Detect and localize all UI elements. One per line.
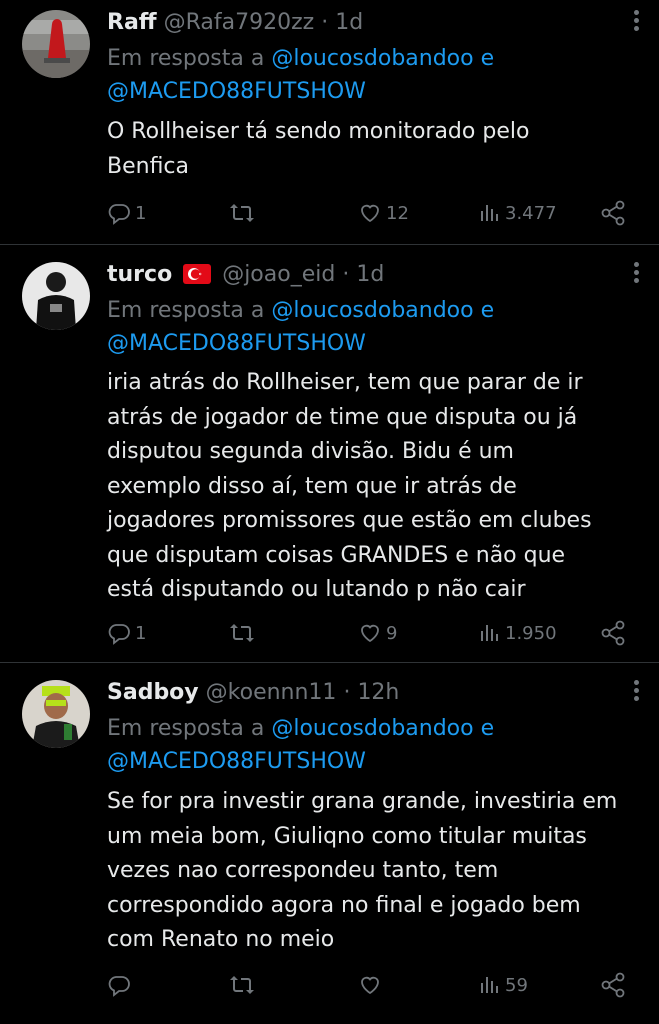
share-icon (600, 972, 626, 998)
text-line: exemplo disso aí, tem que ir atrás de (107, 473, 517, 499)
reply-button[interactable] (107, 970, 135, 1000)
avatar[interactable] (22, 10, 90, 78)
views-icon (479, 201, 501, 225)
mention-link[interactable]: @MACEDO88FUTSHOW (107, 331, 366, 356)
heart-icon (358, 973, 382, 997)
views-icon (479, 621, 501, 645)
views-count: 3.477 (505, 202, 557, 224)
reply-icon (107, 621, 131, 645)
reply-prefix: Em resposta a (107, 298, 265, 323)
timestamp[interactable]: 1d (335, 10, 363, 35)
tweet-text: Se for pra investir grana grande, invest… (107, 785, 632, 958)
tweet-header: turco @joao_eid · 1d (107, 260, 384, 290)
reply-context: Em resposta a @loucosdobandoo e @MACEDO8… (107, 712, 627, 778)
share-button[interactable] (600, 970, 626, 1000)
more-options-icon[interactable] (633, 678, 639, 708)
views-button[interactable]: 3.477 (479, 198, 557, 228)
timestamp[interactable]: 12h (357, 680, 399, 705)
action-bar: 1 9 1.950 (107, 618, 637, 648)
heart-icon (358, 201, 382, 225)
like-button[interactable]: 9 (358, 618, 397, 648)
tweet-header: Raff @Rafa7920zz · 1d (107, 8, 363, 38)
tweet[interactable]: Raff @Rafa7920zz · 1d Em resposta a @lou… (0, 0, 659, 244)
retweet-button[interactable] (229, 198, 259, 228)
avatar[interactable] (22, 680, 90, 748)
like-button[interactable]: 12 (358, 198, 409, 228)
turkey-flag-icon (183, 264, 212, 284)
separator-dot: · (342, 262, 350, 287)
reply-conjunction: e (480, 46, 495, 71)
display-name[interactable]: Raff (107, 10, 157, 35)
retweet-button[interactable] (229, 970, 259, 1000)
tweet-header: Sadboy @koennn11 · 12h (107, 678, 399, 708)
display-name[interactable]: turco (107, 262, 172, 287)
text-line: correspondido agora no final e jogado be… (107, 892, 581, 918)
tweet[interactable]: Sadboy @koennn11 · 12h Em resposta a @lo… (0, 670, 659, 1024)
divider (0, 244, 659, 245)
tweet-text: O Rollheiser tá sendo monitorado pelo Be… (107, 115, 632, 184)
tweet[interactable]: turco @joao_eid · 1d Em resposta a @louc… (0, 252, 659, 662)
action-bar: 1 12 3.477 (107, 198, 637, 228)
retweet-icon (229, 201, 255, 225)
handle[interactable]: @koennn11 (206, 680, 337, 705)
share-button[interactable] (600, 198, 626, 228)
reply-context: Em resposta a @loucosdobandoo e @MACEDO8… (107, 294, 627, 360)
like-count: 9 (386, 622, 398, 644)
retweet-icon (229, 973, 255, 997)
text-line: atrás de jogador de time que disputa ou … (107, 404, 578, 430)
reply-button[interactable]: 1 (107, 618, 146, 648)
reply-prefix: Em resposta a (107, 716, 265, 741)
text-line: com Renato no meio (107, 927, 335, 952)
handle[interactable]: @joao_eid (222, 262, 335, 287)
like-button[interactable] (358, 970, 386, 1000)
reply-count: 1 (135, 622, 147, 644)
avatar[interactable] (22, 262, 90, 330)
text-line: jogadores promissores que estão em clube… (107, 508, 592, 533)
mention-link[interactable]: @MACEDO88FUTSHOW (107, 79, 366, 104)
reply-conjunction: e (480, 298, 495, 323)
mention-link[interactable]: @MACEDO88FUTSHOW (107, 749, 366, 774)
reply-button[interactable]: 1 (107, 198, 146, 228)
reply-count: 1 (135, 202, 147, 224)
text-line: um meia bom, Giuliqno como titular muita… (107, 823, 587, 849)
views-icon (479, 973, 501, 997)
views-button[interactable]: 1.950 (479, 618, 557, 648)
views-count: 59 (505, 974, 528, 996)
separator-dot: · (343, 680, 351, 705)
reply-context: Em resposta a @loucosdobandoo e @MACEDO8… (107, 42, 627, 108)
mention-link[interactable]: @loucosdobandoo (271, 46, 473, 71)
text-line: iria atrás do Rollheiser, tem que parar … (107, 370, 583, 395)
more-options-icon[interactable] (633, 260, 639, 290)
reply-icon (107, 201, 131, 225)
reply-icon (107, 973, 131, 997)
handle[interactable]: @Rafa7920zz (164, 10, 315, 35)
display-name[interactable]: Sadboy (107, 680, 199, 705)
timestamp[interactable]: 1d (356, 262, 384, 287)
separator-dot: · (321, 10, 329, 35)
divider (0, 662, 659, 663)
text-line: vezes nao correspondeu tanto, tem (107, 858, 499, 883)
share-icon (600, 620, 626, 646)
text-line: que disputam coisas GRANDES e não que (107, 542, 566, 568)
text-line: Se for pra investir grana grande, invest… (107, 789, 618, 814)
retweet-button[interactable] (229, 618, 259, 648)
share-icon (600, 200, 626, 226)
action-bar: 59 (107, 970, 637, 1000)
tweet-text: iria atrás do Rollheiser, tem que parar … (107, 366, 632, 608)
views-count: 1.950 (505, 622, 557, 644)
text-line: disputou segunda divisão. Bidu é um (107, 439, 514, 464)
like-count: 12 (386, 202, 409, 224)
views-button[interactable]: 59 (479, 970, 528, 1000)
more-options-icon[interactable] (633, 8, 639, 38)
reply-prefix: Em resposta a (107, 46, 265, 71)
text-line: O Rollheiser tá sendo monitorado pelo (107, 119, 530, 144)
share-button[interactable] (600, 618, 626, 648)
mention-link[interactable]: @loucosdobandoo (271, 298, 473, 323)
reply-conjunction: e (480, 716, 495, 741)
heart-icon (358, 621, 382, 645)
text-line: está disputando ou lutando p não cair (107, 577, 526, 602)
mention-link[interactable]: @loucosdobandoo (271, 716, 473, 741)
retweet-icon (229, 621, 255, 645)
text-line: Benfica (107, 153, 190, 179)
